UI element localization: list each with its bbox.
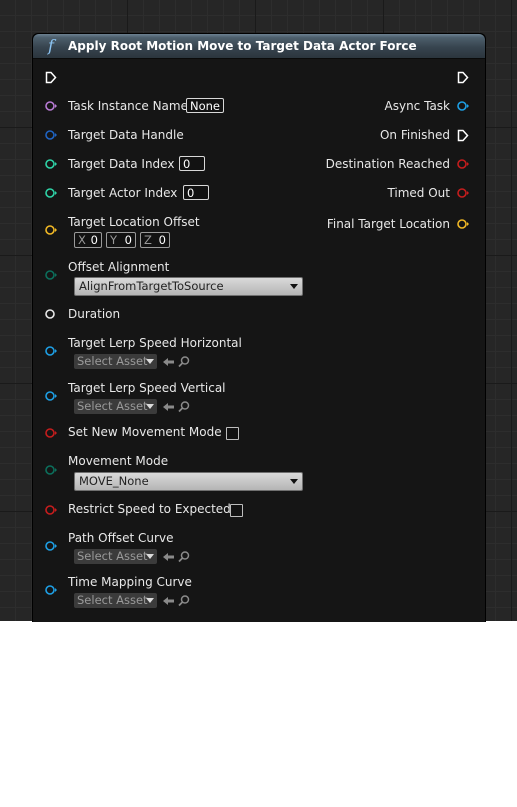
destination-reached-label: Destination Reached xyxy=(325,157,450,171)
offset-y-field[interactable]: Y 0 xyxy=(106,232,136,248)
offset-alignment-dropdown[interactable]: AlignFromTargetToSource xyxy=(74,277,303,296)
y-axis-label: Y xyxy=(110,233,118,247)
movement-mode-label: Movement Mode xyxy=(68,454,169,468)
task-instance-name-label: Task Instance Name xyxy=(68,99,188,113)
target-data-handle-pin-icon[interactable] xyxy=(45,130,57,140)
chevron-down-icon xyxy=(146,404,154,409)
target-actor-index-pin-icon[interactable] xyxy=(45,188,57,198)
lerp-vertical-label: Target Lerp Speed Vertical xyxy=(68,381,226,395)
time-mapping-curve-pin-icon[interactable] xyxy=(45,585,57,595)
function-node[interactable]: f Apply Root Motion Move to Target Data … xyxy=(32,33,486,622)
function-icon: f xyxy=(48,36,54,55)
browse-search-icon[interactable] xyxy=(177,549,191,563)
time-mapping-curve-asset-picker[interactable]: Select Asset xyxy=(74,593,157,608)
target-data-index-pin-icon[interactable] xyxy=(45,159,57,169)
async-task-pin-icon[interactable] xyxy=(457,101,469,111)
duration-pin-icon[interactable] xyxy=(45,309,55,319)
task-instance-name-pin-icon[interactable] xyxy=(45,101,57,111)
target-actor-index-field[interactable]: 0 xyxy=(183,185,209,200)
movement-mode-pin-icon[interactable] xyxy=(45,465,57,475)
z-axis-label: Z xyxy=(144,233,152,247)
use-selected-arrow-icon[interactable] xyxy=(162,549,176,563)
use-selected-arrow-icon[interactable] xyxy=(162,593,176,607)
node-header[interactable]: f Apply Root Motion Move to Target Data … xyxy=(33,34,485,59)
path-offset-curve-asset-picker[interactable]: Select Asset xyxy=(74,549,157,564)
time-mapping-curve-label: Time Mapping Curve xyxy=(68,575,192,589)
restrict-speed-label: Restrict Speed to Expected xyxy=(68,502,231,516)
use-selected-arrow-icon[interactable] xyxy=(162,354,176,368)
lerp-horizontal-pin-icon[interactable] xyxy=(45,346,57,356)
node-title: Apply Root Motion Move to Target Data Ac… xyxy=(68,39,417,53)
asset-picker-label: Select Asset xyxy=(77,399,148,413)
asset-picker-label: Select Asset xyxy=(77,549,148,563)
timed-out-pin-icon[interactable] xyxy=(457,188,469,198)
lerp-horizontal-asset-picker[interactable]: Select Asset xyxy=(74,354,157,369)
set-new-movement-mode-label: Set New Movement Mode xyxy=(68,425,222,439)
on-finished-exec-pin-icon[interactable] xyxy=(457,129,469,142)
lerp-vertical-asset-picker[interactable]: Select Asset xyxy=(74,399,157,414)
blueprint-graph-canvas[interactable]: f Apply Root Motion Move to Target Data … xyxy=(0,0,517,622)
restrict-speed-checkbox[interactable] xyxy=(230,504,243,517)
destination-reached-pin-icon[interactable] xyxy=(457,159,469,169)
offset-x-field[interactable]: X 0 xyxy=(74,232,102,248)
async-task-label: Async Task xyxy=(384,99,450,113)
asset-picker-label: Select Asset xyxy=(77,593,148,607)
final-target-location-pin-icon[interactable] xyxy=(457,219,469,229)
on-finished-label: On Finished xyxy=(379,128,450,142)
lerp-horizontal-label: Target Lerp Speed Horizontal xyxy=(68,336,242,350)
lerp-vertical-pin-icon[interactable] xyxy=(45,391,57,401)
browse-search-icon[interactable] xyxy=(177,399,191,413)
exec-output-pin-icon[interactable] xyxy=(457,71,469,84)
asset-picker-label: Select Asset xyxy=(77,354,148,368)
chevron-down-icon xyxy=(146,359,154,364)
target-location-offset-label: Target Location Offset xyxy=(68,215,200,229)
set-new-movement-mode-pin-icon[interactable] xyxy=(45,428,57,438)
timed-out-label: Timed Out xyxy=(387,186,450,200)
browse-search-icon[interactable] xyxy=(177,354,191,368)
y-value: 0 xyxy=(124,233,132,247)
chevron-down-icon xyxy=(146,598,154,603)
x-axis-label: X xyxy=(78,233,86,247)
chevron-down-icon xyxy=(146,554,154,559)
target-data-index-field[interactable]: 0 xyxy=(179,156,205,171)
movement-mode-dropdown[interactable]: MOVE_None xyxy=(74,472,303,491)
chevron-down-icon xyxy=(290,479,298,484)
offset-alignment-label: Offset Alignment xyxy=(68,260,170,274)
chevron-down-icon xyxy=(290,284,298,289)
path-offset-curve-label: Path Offset Curve xyxy=(68,531,174,545)
target-data-index-label: Target Data Index xyxy=(68,157,175,171)
target-location-offset-pin-icon[interactable] xyxy=(45,225,57,235)
restrict-speed-pin-icon[interactable] xyxy=(45,505,57,515)
set-new-movement-mode-checkbox[interactable] xyxy=(226,427,239,440)
target-data-handle-label: Target Data Handle xyxy=(68,128,184,142)
task-instance-name-field[interactable]: None xyxy=(186,98,225,113)
offset-alignment-pin-icon[interactable] xyxy=(45,270,57,280)
final-target-location-label: Final Target Location xyxy=(326,217,450,231)
movement-mode-value: MOVE_None xyxy=(79,474,149,488)
offset-z-field[interactable]: Z 0 xyxy=(140,232,170,248)
target-actor-index-label: Target Actor Index xyxy=(68,186,178,200)
use-selected-arrow-icon[interactable] xyxy=(162,399,176,413)
z-value: 0 xyxy=(158,233,166,247)
duration-label: Duration xyxy=(68,307,121,321)
path-offset-curve-pin-icon[interactable] xyxy=(45,541,57,551)
offset-alignment-value: AlignFromTargetToSource xyxy=(79,279,224,293)
browse-search-icon[interactable] xyxy=(177,593,191,607)
exec-input-pin-icon[interactable] xyxy=(45,71,57,84)
x-value: 0 xyxy=(90,233,98,247)
